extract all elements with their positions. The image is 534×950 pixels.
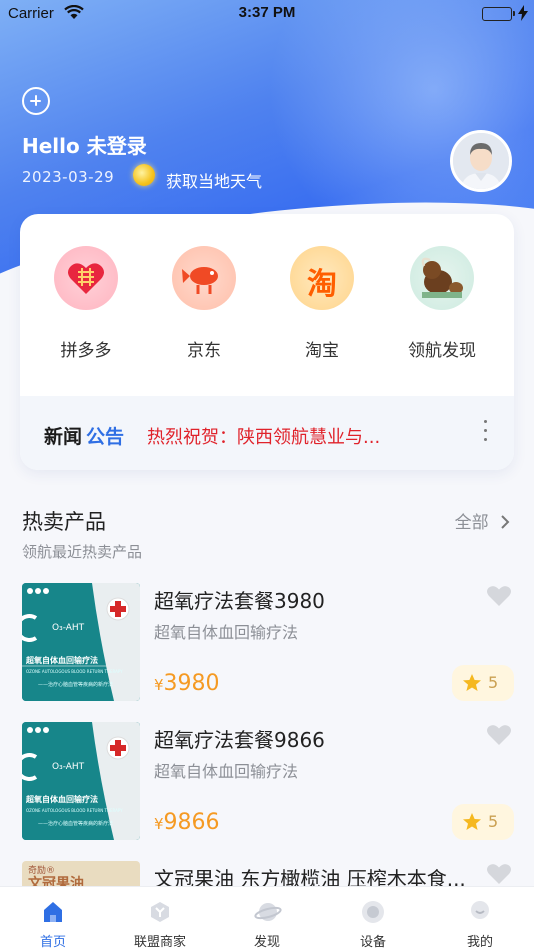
greeting-text: Hello 未登录 xyxy=(22,134,147,158)
weather-button[interactable]: 获取当地天气 xyxy=(166,168,262,192)
product-name: 文冠果油 东方橄榄油 压榨木本食... xyxy=(154,867,466,886)
shortcut-card: 拼多多 京东 淘 淘宝 领航发现 新闻 公告 热烈祝贺：陕西领航慧业与... xyxy=(20,214,514,470)
shortcut-label: 领航发现 xyxy=(408,341,476,361)
shortcut-pinduoduo[interactable]: 拼多多 xyxy=(36,246,136,361)
tab-label: 我的 xyxy=(466,935,493,950)
rating-value: 5 xyxy=(488,812,499,831)
rating-badge: 5 xyxy=(452,804,514,840)
heart-icon[interactable] xyxy=(486,585,512,611)
thumb-subtitle: ——治疗心脑血管等疾病的新疗法 xyxy=(38,682,114,688)
sun-icon xyxy=(133,164,155,186)
thumb-subtitle: ——治疗心脑血管等疾病的新疗法 xyxy=(38,821,114,827)
status-bar: Carrier 3:37 PM xyxy=(0,0,534,28)
section-title: 热卖产品 xyxy=(22,510,106,534)
tab-label: 首页 xyxy=(39,935,66,950)
product-image: 奇励® 文冠果油 xyxy=(22,861,140,886)
jd-icon xyxy=(172,246,236,310)
news-title-highlight: 公告 xyxy=(86,426,125,448)
shortcut-discover[interactable]: 领航发现 xyxy=(392,246,492,361)
device-icon xyxy=(360,899,386,925)
star-icon xyxy=(463,674,481,691)
add-icon[interactable] xyxy=(22,87,50,115)
avatar[interactable] xyxy=(450,130,512,192)
chevron-right-icon xyxy=(501,515,510,529)
see-all-label: 全部 xyxy=(454,513,489,533)
tab-merchants[interactable]: 联盟商家 xyxy=(107,887,213,950)
tab-home[interactable]: 首页 xyxy=(0,887,106,950)
see-all-link[interactable]: 全部 xyxy=(455,508,510,533)
taobao-glyph: 淘 xyxy=(307,267,337,302)
news-title: 新闻 xyxy=(44,426,83,448)
tab-bar: 首页 联盟商家 发现 设备 我的 xyxy=(0,886,534,950)
product-item[interactable]: O₃-AHT 超氧自体血回输疗法 OZONE AUTOLOGOUS BLOOD … xyxy=(22,722,514,842)
tab-label: 设备 xyxy=(359,935,386,950)
thumb-logo: O₃-AHT xyxy=(52,623,85,633)
tab-label: 联盟商家 xyxy=(133,935,186,950)
merchants-icon xyxy=(147,899,173,925)
header-glow xyxy=(254,0,534,240)
charging-icon xyxy=(518,5,528,25)
section-subtitle: 领航最近热卖产品 xyxy=(22,543,143,561)
date-text: 2023-03-29 xyxy=(22,168,115,186)
thumb-title: 文冠果油 xyxy=(28,876,84,886)
product-item[interactable]: O₃-AHT 超氧自体血回输疗法 OZONE AUTOLOGOUS BLOOD … xyxy=(22,583,514,703)
rating-value: 5 xyxy=(488,673,499,692)
home-icon xyxy=(40,899,66,925)
news-bar[interactable]: 新闻 公告 热烈祝贺：陕西领航慧业与... xyxy=(20,396,514,470)
tab-devices[interactable]: 设备 xyxy=(320,887,426,950)
more-icon[interactable] xyxy=(484,420,488,444)
shortcut-taobao[interactable]: 淘 淘宝 xyxy=(272,246,372,361)
product-item[interactable]: 奇励® 文冠果油 文冠果油 东方橄榄油 压榨木本食... xyxy=(22,861,514,886)
battery-icon xyxy=(482,7,515,21)
pinduoduo-icon xyxy=(54,246,118,310)
heart-icon[interactable] xyxy=(486,724,512,750)
thumb-english: OZONE AUTOLOGOUS BLOOD RETURN THERAPY xyxy=(26,669,123,674)
tab-label: 发现 xyxy=(253,935,280,950)
product-image: O₃-AHT 超氧自体血回输疗法 OZONE AUTOLOGOUS BLOOD … xyxy=(22,583,140,701)
product-price: ¥9866 xyxy=(154,810,220,835)
thumb-logo: O₃-AHT xyxy=(52,762,85,772)
news-headline[interactable]: 热烈祝贺：陕西领航慧业与... xyxy=(147,423,380,449)
discover-icon xyxy=(410,246,474,310)
shortcut-label: 淘宝 xyxy=(305,341,339,361)
shortcut-jd[interactable]: 京东 xyxy=(154,246,254,361)
product-price: ¥3980 xyxy=(154,671,220,696)
user-icon xyxy=(467,899,493,925)
thumb-title: 超氧自体血回输疗法 xyxy=(26,656,98,665)
shortcut-label: 拼多多 xyxy=(60,341,112,361)
star-icon xyxy=(463,813,481,830)
product-image: O₃-AHT 超氧自体血回输疗法 OZONE AUTOLOGOUS BLOOD … xyxy=(22,722,140,840)
product-name: 超氧疗法套餐3980 xyxy=(154,589,325,613)
product-desc: 超氧自体血回输疗法 xyxy=(154,762,299,781)
shortcut-label: 京东 xyxy=(187,341,221,361)
thumb-title: 超氧自体血回输疗法 xyxy=(26,795,98,804)
heart-icon[interactable] xyxy=(486,863,512,886)
rating-badge: 5 xyxy=(452,665,514,701)
taobao-icon: 淘 xyxy=(290,246,354,310)
thumb-english: OZONE AUTOLOGOUS BLOOD RETURN THERAPY xyxy=(26,808,123,813)
product-desc: 超氧自体血回输疗法 xyxy=(154,623,299,642)
clock: 3:37 PM xyxy=(238,4,296,21)
tab-mine[interactable]: 我的 xyxy=(427,887,533,950)
tab-discover[interactable]: 发现 xyxy=(214,887,320,950)
planet-icon xyxy=(254,899,282,925)
product-name: 超氧疗法套餐9866 xyxy=(154,728,325,752)
